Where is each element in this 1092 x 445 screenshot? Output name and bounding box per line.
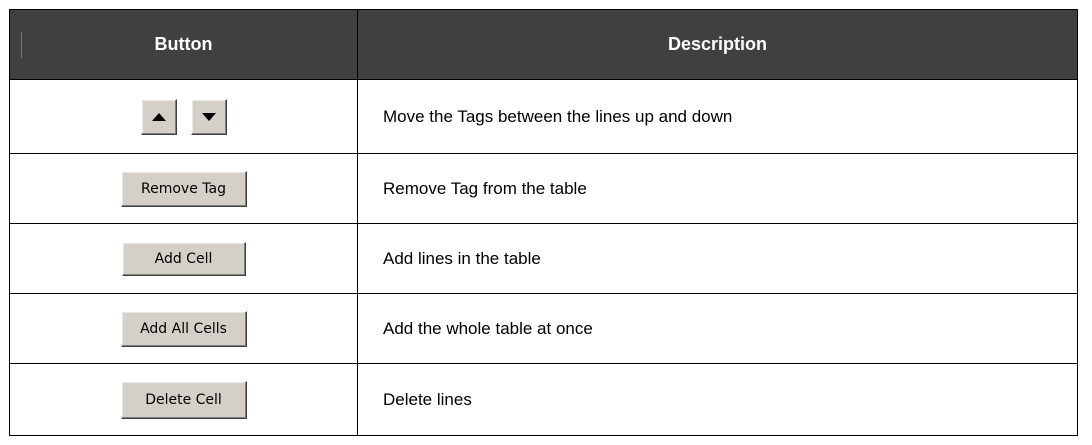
table-row: Delete Cell Delete lines xyxy=(10,364,1077,435)
table-row: Remove Tag Remove Tag from the table xyxy=(10,154,1077,224)
button-cell xyxy=(10,80,358,153)
table-row: Move the Tags between the lines up and d… xyxy=(10,80,1077,154)
description-cell: Remove Tag from the table xyxy=(383,178,587,198)
description-cell: Add the whole table at once xyxy=(383,318,593,338)
description-cell: Add lines in the table xyxy=(383,248,541,268)
button-cell: Delete Cell xyxy=(10,364,358,435)
table-row: Add Cell Add lines in the table xyxy=(10,224,1077,294)
button-cell: Add All Cells xyxy=(10,294,358,363)
move-down-button[interactable] xyxy=(190,98,227,135)
remove-tag-button[interactable]: Remove Tag xyxy=(120,170,247,207)
add-cell-button[interactable]: Add Cell xyxy=(121,241,246,276)
delete-cell-button[interactable]: Delete Cell xyxy=(120,380,247,419)
header-description-column: Description xyxy=(667,34,768,54)
table-header: Button Description xyxy=(10,10,1077,80)
button-reference-table: Button Description Move the Tags between… xyxy=(9,9,1078,436)
table-row: Add All Cells Add the whole table at onc… xyxy=(10,294,1077,364)
description-cell: Move the Tags between the lines up and d… xyxy=(383,106,733,126)
button-cell: Add Cell xyxy=(10,224,358,293)
header-button-column: Button xyxy=(10,10,358,79)
move-up-button[interactable] xyxy=(140,98,177,135)
arrow-down-icon xyxy=(201,112,216,121)
description-cell: Delete lines xyxy=(383,389,472,409)
add-all-cells-button[interactable]: Add All Cells xyxy=(120,310,247,347)
arrow-up-icon xyxy=(151,112,166,121)
button-cell: Remove Tag xyxy=(10,154,358,223)
